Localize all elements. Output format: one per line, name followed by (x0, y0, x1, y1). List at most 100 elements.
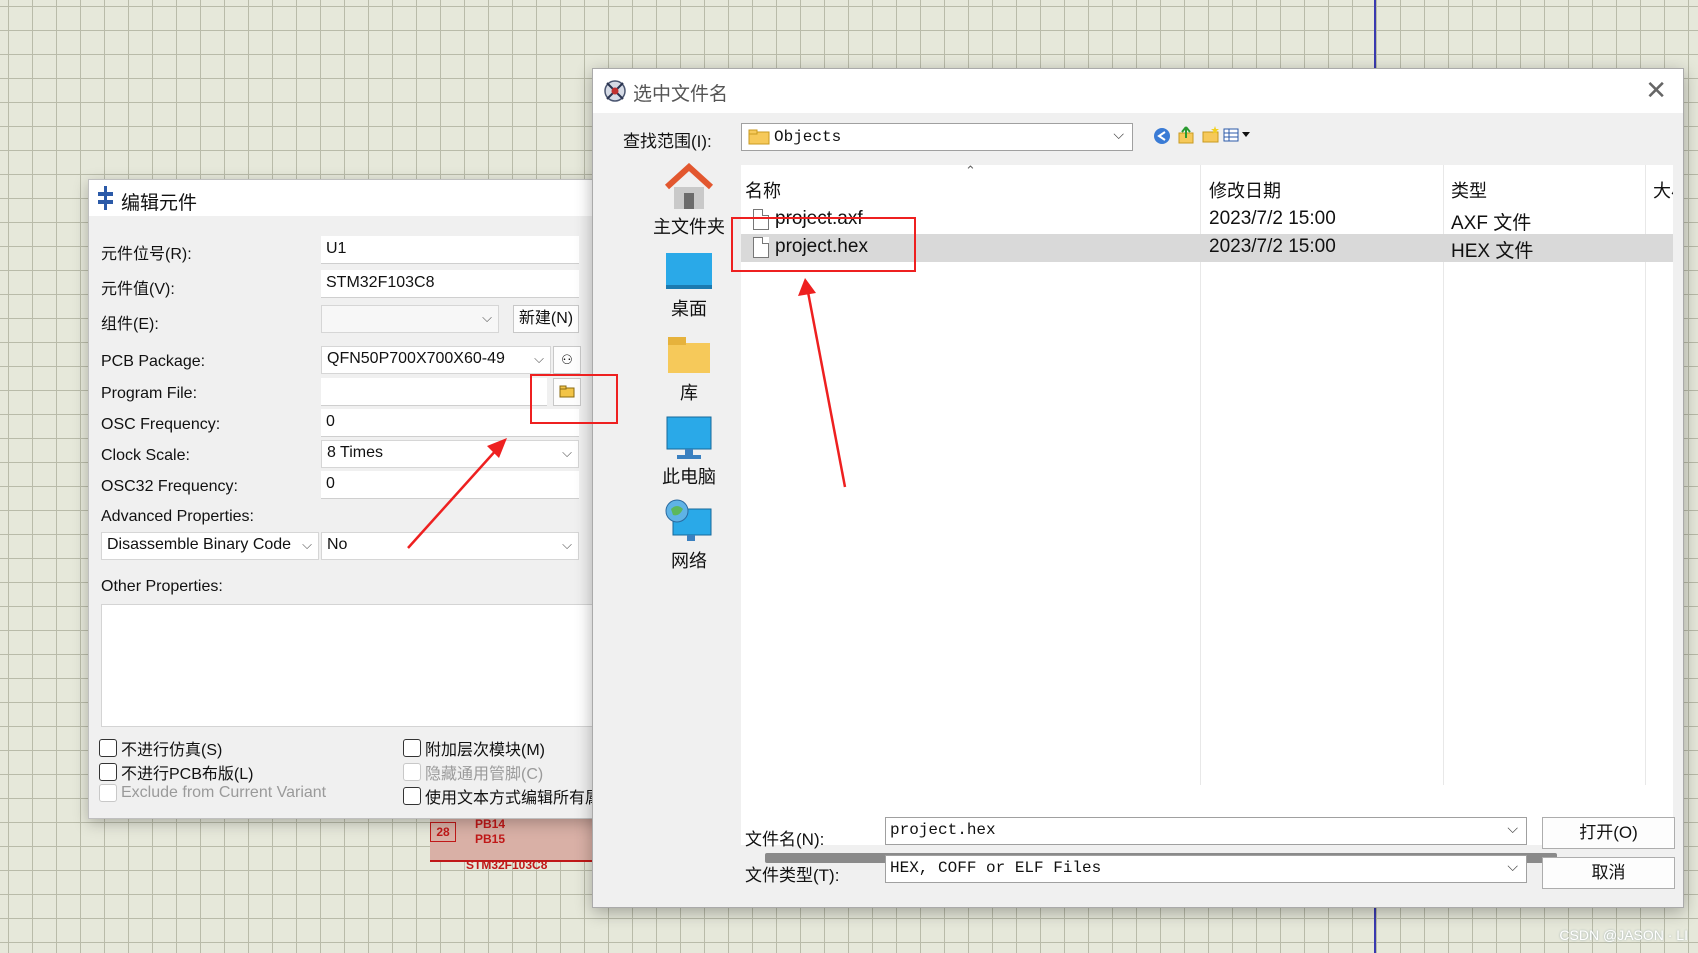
checkbox-box[interactable] (403, 787, 421, 805)
look-in-value: Objects (774, 128, 842, 146)
group-label: 组件(E): (101, 316, 159, 333)
other-properties-textarea[interactable] (101, 604, 601, 727)
open-button[interactable]: 打开(O) (1542, 817, 1675, 849)
ref-input[interactable]: U1 (321, 236, 579, 264)
place-library[interactable]: 库 (629, 333, 749, 405)
advanced-value: No (327, 536, 348, 553)
browse-package-button[interactable]: ⚇ (553, 346, 581, 374)
checkbox-box[interactable] (99, 739, 117, 757)
column-date[interactable]: 修改日期 (1209, 177, 1281, 203)
program-file-input[interactable] (321, 378, 547, 406)
home-icon (664, 163, 714, 209)
no-simulate-checkbox[interactable]: 不进行仿真(S) (99, 736, 222, 760)
watermark: CSDN @JASON · LI (1559, 927, 1688, 943)
schematic-pin-number: 28 (430, 822, 456, 842)
chevron-down-icon: ⌵ (302, 537, 312, 552)
exclude-variant-label: Exclude from Current Variant (121, 784, 327, 801)
advanced-property-value: Disassemble Binary Code (107, 536, 292, 553)
filename-value: project.hex (890, 821, 996, 839)
schematic-pin-label: PB14 (475, 817, 506, 831)
place-network-label: 网络 (671, 551, 707, 571)
chevron-down-icon: ⌵ (1507, 858, 1518, 874)
value-input[interactable]: STM32F103C8 (321, 270, 579, 298)
new-group-button[interactable]: 新建(N) (513, 305, 579, 333)
dialog-title-bar: 选中文件名 ✕ (593, 69, 1683, 113)
sort-ascending-icon: ⌃ (965, 163, 976, 178)
ref-label: 元件位号(R): (101, 246, 192, 263)
file-date: 2023/7/2 15:00 (1209, 208, 1336, 229)
osc32-frequency-label: OSC32 Frequency: (101, 478, 238, 495)
column-name[interactable]: 名称 (745, 177, 781, 203)
filename-input[interactable]: project.hex ⌵ (885, 817, 1527, 845)
chevron-down-icon: ⌵ (482, 310, 492, 325)
file-date: 2023/7/2 15:00 (1209, 236, 1336, 257)
place-network[interactable]: 网络 (629, 499, 749, 573)
no-pcb-checkbox[interactable]: 不进行PCB布版(L) (99, 760, 253, 784)
up-folder-icon[interactable] (1177, 125, 1195, 145)
osc-frequency-label: OSC Frequency: (101, 416, 221, 433)
place-desktop-label: 桌面 (671, 299, 707, 319)
no-simulate-label: 不进行仿真(S) (121, 742, 223, 759)
cancel-button[interactable]: 取消 (1542, 857, 1675, 889)
chevron-down-icon: ⌵ (534, 351, 544, 366)
chevron-down-icon: ⌵ (562, 537, 572, 552)
new-folder-icon[interactable] (1201, 126, 1221, 144)
app-icon (604, 80, 626, 102)
hide-pins-label: 隐藏通用管脚(C) (425, 766, 544, 783)
highlight-box-hex-file (731, 217, 916, 272)
advanced-value-select[interactable]: No ⌵ (321, 532, 579, 560)
chevron-down-icon: ⌵ (1507, 820, 1518, 836)
network-icon (665, 499, 712, 541)
advanced-property-select[interactable]: Disassemble Binary Code ⌵ (101, 532, 319, 560)
folder-icon (748, 129, 770, 145)
look-in-label: 查找范围(I): (623, 132, 712, 151)
edit-as-text-checkbox[interactable]: 使用文本方式编辑所有属 (403, 784, 601, 808)
program-file-label: Program File: (101, 385, 198, 402)
computer-icon (666, 416, 712, 459)
no-pcb-label: 不进行PCB布版(L) (121, 766, 254, 783)
exclude-variant-checkbox[interactable]: Exclude from Current Variant (99, 784, 326, 802)
look-in-select[interactable]: Objects ⌵ (741, 123, 1133, 151)
checkbox-box[interactable] (99, 763, 117, 781)
place-library-label: 库 (680, 383, 698, 403)
filetype-select[interactable]: HEX, COFF or ELF Files ⌵ (885, 855, 1527, 883)
group-select[interactable]: ⌵ (321, 305, 499, 333)
desktop-icon (666, 253, 712, 289)
schematic-pin-label: PB15 (475, 832, 506, 846)
filetype-label: 文件类型(T): (745, 866, 840, 885)
highlight-box-browse (530, 374, 618, 424)
dialog-title: 选中文件名 (633, 84, 729, 105)
pcb-package-value: QFN50P700X700X60-49 (327, 350, 505, 367)
file-type: HEX 文件 (1451, 241, 1534, 262)
place-this-pc[interactable]: 此电脑 (629, 415, 749, 489)
hide-pins-checkbox[interactable]: 隐藏通用管脚(C) (403, 760, 543, 784)
binoculars-icon: ⚇ (561, 352, 573, 367)
checkbox-box[interactable] (99, 784, 117, 802)
edit-as-text-label: 使用文本方式编辑所有属 (425, 790, 602, 807)
file-type: AXF 文件 (1451, 213, 1532, 234)
chevron-down-icon: ⌵ (562, 445, 572, 460)
edit-component-dialog: 编辑元件 元件位号(R): U1 元件值(V): STM32F103C8 组件(… (88, 179, 608, 819)
file-open-dialog: 选中文件名 ✕ 查找范围(I): Objects ⌵ 主文件夹 桌面 库 此电脑… (592, 68, 1684, 908)
library-folder-icon (668, 337, 710, 373)
advanced-properties-label: Advanced Properties: (101, 508, 254, 525)
clock-scale-select[interactable]: 8 Times ⌵ (321, 440, 579, 468)
pcb-package-select[interactable]: QFN50P700X700X60-49 ⌵ (321, 346, 551, 374)
checkbox-box[interactable] (403, 739, 421, 757)
pcb-package-label: PCB Package: (101, 353, 206, 370)
place-this-pc-label: 此电脑 (662, 467, 716, 487)
filename-label: 文件名(N): (745, 830, 825, 849)
place-home-label: 主文件夹 (653, 217, 725, 237)
view-menu-icon[interactable] (1223, 127, 1253, 143)
column-type[interactable]: 类型 (1451, 177, 1487, 203)
column-size[interactable]: 大小 (1653, 177, 1673, 203)
filetype-value: HEX, COFF or ELF Files (890, 859, 1102, 877)
checkbox-box[interactable] (403, 763, 421, 781)
dialog-title-bar: 编辑元件 (89, 180, 607, 216)
back-icon[interactable] (1153, 127, 1171, 145)
component-icon (98, 186, 113, 210)
attach-hierarchy-checkbox[interactable]: 附加层次模块(M) (403, 736, 545, 760)
osc32-frequency-input[interactable]: 0 (321, 471, 579, 499)
close-icon[interactable]: ✕ (1645, 75, 1667, 106)
chevron-down-icon: ⌵ (1113, 126, 1124, 142)
